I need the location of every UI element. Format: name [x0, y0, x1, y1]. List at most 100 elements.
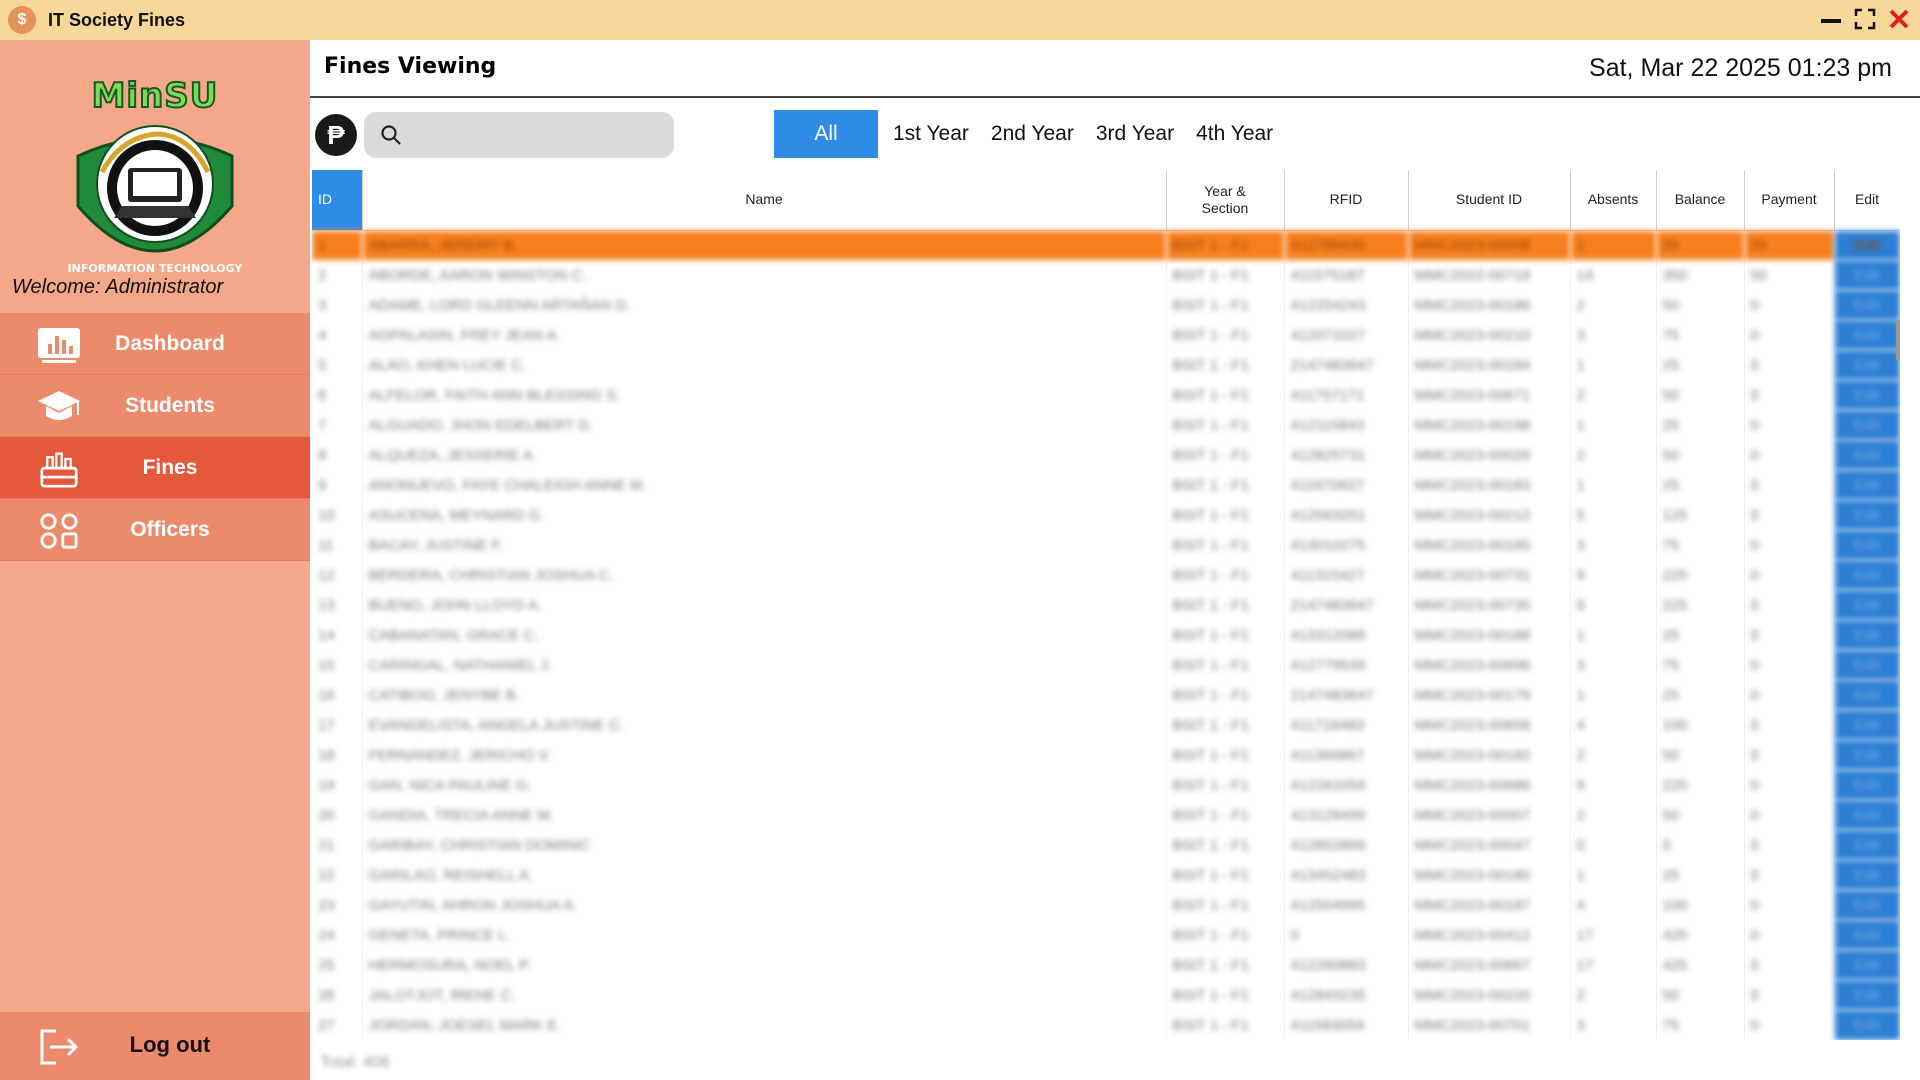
edit-button[interactable]: Edit — [1834, 890, 1900, 920]
table-row[interactable]: 23 GAYUTIN, AHRON JOSHUA A. BSIT 1 - F1 412… — [312, 890, 1900, 920]
sidebar-item-students[interactable]: Students — [0, 375, 310, 437]
table-row[interactable]: 3 ADAME, LORD GLEENN ARTAÑAN D. BSIT 1 - F… — [312, 290, 1900, 320]
cell-payment: 0 — [1744, 530, 1835, 560]
table-row[interactable]: 7 ALGUADO, JHON EDELBERT D. BSIT 1 - F1 412… — [312, 410, 1900, 440]
page-title: Fines Viewing — [324, 54, 497, 79]
cell-name: GARILAO, REISHELL A. — [362, 860, 1167, 890]
edit-button[interactable]: Edit — [1834, 650, 1900, 680]
edit-button[interactable]: Edit — [1834, 980, 1900, 1010]
minimize-button[interactable] — [1818, 6, 1844, 32]
edit-button[interactable]: Edit — [1834, 290, 1900, 320]
column-header-id[interactable]: ID — [312, 170, 363, 231]
filter-1st-year[interactable]: 1st Year — [882, 110, 980, 158]
edit-button[interactable]: Edit — [1834, 830, 1900, 860]
table-row[interactable]: 17 EVANGELISTA, ANGELA JUSTINE C. BSIT 1 -… — [312, 710, 1900, 740]
table-row[interactable]: 16 CATIBOG, JENYBE B. BSIT 1 - F1 214748364… — [312, 680, 1900, 710]
edit-button[interactable]: Edit — [1834, 770, 1900, 800]
edit-button[interactable]: Edit — [1834, 950, 1900, 980]
table-row[interactable]: 5 ALAO, KHEN LUCIE C. BSIT 1 - F1 214748364… — [312, 350, 1900, 380]
edit-button[interactable]: Edit — [1834, 1010, 1900, 1040]
table-row[interactable]: 13 BUENO, JOHN LLOYD A. BSIT 1 - F1 2147483… — [312, 590, 1900, 620]
maximize-button[interactable] — [1852, 6, 1878, 32]
cell-payment: 0 — [1744, 440, 1835, 470]
filter-2nd-year[interactable]: 2nd Year — [980, 110, 1085, 158]
sidebar-item-fines[interactable]: Fines — [0, 437, 310, 499]
table-row[interactable]: 19 GAN, NICA PAULINE G. BSIT 1 - F1 4122610… — [312, 770, 1900, 800]
cell-year-section: BSIT 1 - F1 — [1166, 920, 1285, 950]
cell-id: 16 — [312, 680, 363, 710]
table-scrollbar[interactable] — [1896, 320, 1900, 360]
edit-button[interactable]: Edit — [1834, 350, 1900, 380]
table-row[interactable]: 22 GARILAO, REISHELL A. BSIT 1 - F1 4134524… — [312, 860, 1900, 890]
cell-name: ALAO, KHEN LUCIE C. — [362, 350, 1167, 380]
edit-button[interactable]: Edit — [1834, 680, 1900, 710]
cell-year-section: BSIT 1 - F1 — [1166, 800, 1285, 830]
cell-year-section: BSIT 1 - F1 — [1166, 350, 1285, 380]
column-header-edit[interactable]: Edit — [1834, 170, 1900, 231]
table-row[interactable]: 9 ANONUEVO, FAYE CHALEIGH ANNE M. BSIT 1 -… — [312, 470, 1900, 500]
edit-button[interactable]: Edit — [1834, 920, 1900, 950]
filter-all[interactable]: All — [774, 110, 878, 158]
table-row[interactable]: 12 BERDERA, CHRISTIAN JOSHUA C. BSIT 1 - F… — [312, 560, 1900, 590]
table-row[interactable]: 10 ASUCENA, MEYNARD G. BSIT 1 - F1 41256325… — [312, 500, 1900, 530]
table-row[interactable]: 15 CARINGAL, NATHANIEL J. BSIT 1 - F1 41277… — [312, 650, 1900, 680]
sidebar-item-officers[interactable]: Officers — [0, 499, 310, 561]
column-header-rfid[interactable]: RFID — [1284, 170, 1409, 231]
table-row[interactable]: 2 ABORDE, AARON WINSTON C. BSIT 1 - F1 4115… — [312, 260, 1900, 290]
column-header-balance[interactable]: Balance — [1656, 170, 1745, 231]
column-header-payment[interactable]: Payment — [1744, 170, 1835, 231]
edit-button[interactable]: Edit — [1834, 590, 1900, 620]
table-row[interactable]: 1 ABARRA, JEREMY B. BSIT 1 - F1 412789430 MM… — [312, 230, 1900, 260]
edit-button[interactable]: Edit — [1834, 860, 1900, 890]
search-input[interactable] — [412, 120, 662, 150]
filter-4th-year[interactable]: 4th Year — [1185, 110, 1284, 158]
cell-id: 15 — [312, 650, 363, 680]
table-row[interactable]: 8 ALQUEZA, JESSERIE A. BSIT 1 - F1 41282573… — [312, 440, 1900, 470]
cell-rfid: 411315427 — [1284, 560, 1409, 590]
edit-button[interactable]: Edit — [1834, 230, 1900, 260]
edit-button[interactable]: Edit — [1834, 620, 1900, 650]
table-row[interactable]: 21 GARIBAY, CHRISTIAN DOMINIC BSIT 1 - F1 4… — [312, 830, 1900, 860]
edit-button[interactable]: Edit — [1834, 470, 1900, 500]
table-row[interactable]: 6 ALFELOR, FAITH ANN BLESSING S. BSIT 1 - … — [312, 380, 1900, 410]
edit-button[interactable]: Edit — [1834, 560, 1900, 590]
table-row[interactable]: 11 BACAY, JUSTINE F. BSIT 1 - F1 413010275 M… — [312, 530, 1900, 560]
edit-button[interactable]: Edit — [1834, 740, 1900, 770]
edit-button[interactable]: Edit — [1834, 500, 1900, 530]
peso-button[interactable]: ₱ — [315, 114, 357, 156]
table-row[interactable]: 24 GENETA, PRINCE L. BSIT 1 - F1 0 MMC2023-0… — [312, 920, 1900, 950]
logo-ring-text: INFORMATION TECHNOLOGY — [68, 262, 244, 275]
edit-button[interactable]: Edit — [1834, 380, 1900, 410]
table-row[interactable]: 14 CABANATAN, GRACE C. BSIT 1 - F1 41331208… — [312, 620, 1900, 650]
table-row[interactable]: 26 JALOTJOT, IRENE C. BSIT 1 - F1 412843235… — [312, 980, 1900, 1010]
edit-button[interactable]: Edit — [1834, 320, 1900, 350]
column-header-name[interactable]: Name — [362, 170, 1167, 231]
edit-button[interactable]: Edit — [1834, 440, 1900, 470]
cell-name: CABANATAN, GRACE C. — [362, 620, 1167, 650]
filter-3rd-year[interactable]: 3rd Year — [1085, 110, 1185, 158]
edit-button[interactable]: Edit — [1834, 530, 1900, 560]
column-header-absents[interactable]: Absents — [1570, 170, 1657, 231]
cell-balance: 75 — [1656, 650, 1745, 680]
table-row[interactable]: 18 FERNANDEZ, JERICHO V. BSIT 1 - F1 411366… — [312, 740, 1900, 770]
cell-balance: 50 — [1656, 800, 1745, 830]
cell-student-id: MMC2023-00198 — [1408, 410, 1571, 440]
cell-name: AGPALASIN, FREY JEAN A. — [362, 320, 1167, 350]
edit-button[interactable]: Edit — [1834, 710, 1900, 740]
edit-button[interactable]: Edit — [1834, 260, 1900, 290]
edit-button[interactable]: Edit — [1834, 410, 1900, 440]
cell-id: 9 — [312, 470, 363, 500]
close-button[interactable] — [1886, 6, 1912, 32]
cell-balance: 425 — [1656, 920, 1745, 950]
column-header-year-section[interactable]: Year & Section — [1166, 170, 1285, 231]
table-row[interactable]: 20 GANDIA, TRECIA ANNE M. BSIT 1 - F1 41312… — [312, 800, 1900, 830]
cell-payment: 0 — [1744, 320, 1835, 350]
table-row[interactable]: 27 JORDAN, JOESEL MARK E. BSIT 1 - F1 41158… — [312, 1010, 1900, 1040]
table-row[interactable]: 25 HERMOSURA, NOEL P. BSIT 1 - F1 412260883… — [312, 950, 1900, 980]
cell-name: ALGUADO, JHON EDELBERT D. — [362, 410, 1167, 440]
sidebar-item-dashboard[interactable]: Dashboard — [0, 313, 310, 375]
edit-button[interactable]: Edit — [1834, 800, 1900, 830]
column-header-student-id[interactable]: Student ID — [1408, 170, 1571, 231]
table-row[interactable]: 4 AGPALASIN, FREY JEAN A. BSIT 1 - F1 41207… — [312, 320, 1900, 350]
logout-button[interactable]: Log out — [0, 1012, 310, 1080]
